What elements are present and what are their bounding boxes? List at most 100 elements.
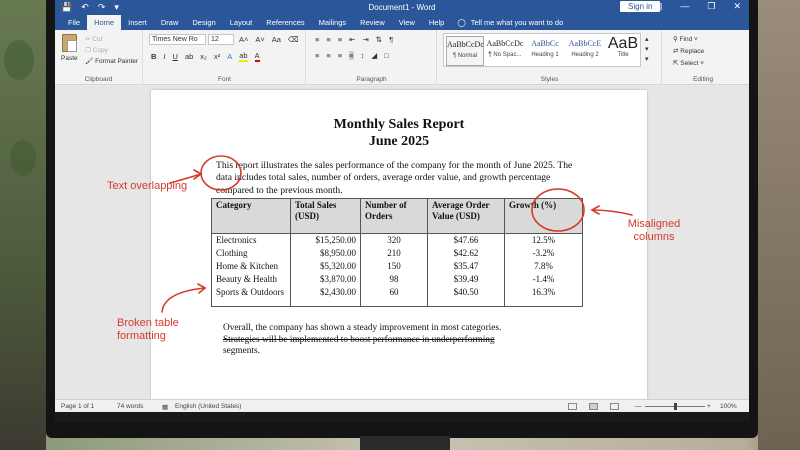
ribbon-display-icon[interactable]: ▣ (654, 1, 663, 12)
paste-button[interactable]: Paste (61, 55, 78, 62)
font-color-icon[interactable]: A (254, 51, 260, 62)
web-layout-icon[interactable] (610, 403, 619, 410)
document-subtitle: June 2025 (368, 134, 430, 149)
bold-icon[interactable]: B (151, 52, 156, 61)
tab-review[interactable]: Review (353, 15, 392, 30)
find-button[interactable]: ⚲ Find ˅ (673, 34, 704, 46)
increase-indent-icon[interactable]: ⇥ (362, 35, 368, 44)
style-heading-1[interactable]: AaBbCc Heading 1 (526, 36, 564, 58)
style-normal[interactable]: AaBbCcDc ¶ Normal (446, 36, 484, 66)
subscript-icon[interactable]: x₂ (200, 52, 207, 61)
annotation-broken-table: Broken table formatting (117, 317, 179, 342)
annotation-misaligned-columns: Misaligned columns (627, 218, 681, 243)
monitor-stand (360, 436, 450, 450)
format-painter-button[interactable]: 🖌 Format Painter (85, 56, 138, 67)
word-count[interactable]: 74 words (117, 403, 143, 410)
style-heading-2[interactable]: AaBbCcE Heading 2 (566, 36, 604, 58)
zoom-slider-thumb[interactable] (674, 403, 677, 410)
pilcrow-icon[interactable]: ¶ (389, 35, 393, 44)
styles-scroll-up-icon[interactable]: ▴ (645, 35, 649, 45)
paste-icon[interactable] (62, 34, 77, 52)
print-layout-icon[interactable] (589, 403, 598, 410)
table-cell: 320 (360, 233, 428, 247)
multilevel-icon[interactable]: ≡ (338, 35, 342, 44)
change-case-icon[interactable]: Aa (272, 35, 281, 44)
styles-more-icon[interactable]: ▾ (645, 55, 649, 65)
table-row: Beauty & Health $3,870.00 98 $39.49 -1.4… (211, 272, 583, 286)
line-spacing-icon[interactable]: ↕ (361, 51, 365, 60)
table-row: Electronics $15,250.00 320 $47.66 12.5% (211, 233, 583, 247)
bullets-icon[interactable]: ≡ (315, 35, 319, 44)
borders-icon[interactable]: □ (384, 51, 389, 60)
tab-draw[interactable]: Draw (154, 15, 186, 30)
screen-bezel (55, 412, 749, 422)
tell-me-box[interactable]: ◯ Tell me what you want to do (457, 18, 563, 27)
tab-file[interactable]: File (61, 15, 87, 30)
table-cell: Beauty & Health (211, 272, 291, 286)
table-row: Sports & Outdoors $2,430.00 60 $40.50 16… (211, 285, 583, 307)
background-right (758, 0, 800, 450)
font-size-box[interactable]: 12 (208, 34, 234, 45)
table-cell: Clothing (211, 246, 291, 260)
numbering-icon[interactable]: ≡ (326, 35, 330, 44)
text-effects-icon[interactable]: A (227, 52, 232, 61)
language-status[interactable]: English (United States) (175, 403, 241, 410)
editing-label: Editing (693, 76, 713, 83)
align-right-icon[interactable]: ≡ (338, 51, 342, 60)
table-cell: $3,870.00 (290, 272, 361, 286)
tab-help[interactable]: Help (422, 15, 451, 30)
tab-view[interactable]: View (392, 15, 422, 30)
copy-button[interactable]: ❐ Copy (85, 45, 138, 56)
read-mode-icon[interactable] (568, 403, 577, 410)
underline-icon[interactable]: U (173, 52, 178, 61)
table-cell: 16.3% (504, 285, 583, 307)
decrease-indent-icon[interactable]: ⇤ (349, 35, 355, 44)
align-left-icon[interactable]: ≡ (315, 51, 319, 60)
table-header: Category (211, 198, 291, 234)
zoom-in-icon[interactable]: + (707, 403, 711, 410)
tab-mailings[interactable]: Mailings (312, 15, 354, 30)
paragraph-label: Paragraph (356, 76, 387, 83)
tab-insert[interactable]: Insert (121, 15, 154, 30)
intro-paragraph: This report illustrates the sales perfor… (216, 160, 573, 196)
tell-me-label: Tell me what you want to do (470, 18, 564, 27)
grow-font-icon[interactable]: A˄ (239, 35, 248, 44)
italic-icon[interactable]: I (163, 52, 165, 61)
style-no-spacing[interactable]: AaBbCcDc ¶ No Spac... (486, 36, 524, 58)
justify-icon[interactable]: ≡ (349, 51, 354, 60)
background-plant (4, 40, 34, 80)
style-preview: AaBbCcDc (447, 40, 484, 49)
title-bar: 💾 ↶ ↷ ▾ Document1 - Word Sign in ▣ — ❐ ✕ (55, 0, 749, 15)
minimize-icon[interactable]: — (680, 1, 689, 12)
strikethrough-icon[interactable]: ab (185, 52, 193, 61)
page-count[interactable]: Page 1 of 1 (61, 403, 94, 410)
sales-table: Category Total Sales (USD) Number of Ord… (211, 198, 583, 307)
cut-button[interactable]: ✂ Cut (85, 34, 138, 45)
tab-design[interactable]: Design (185, 15, 222, 30)
tab-layout[interactable]: Layout (223, 15, 260, 30)
zoom-level[interactable]: 100% (720, 403, 737, 410)
tab-references[interactable]: References (259, 15, 311, 30)
restore-icon[interactable]: ❐ (707, 1, 715, 12)
font-label: Font (217, 76, 231, 83)
table-cell: $2,430.00 (290, 285, 361, 307)
shading-icon[interactable]: ◢ (371, 51, 377, 60)
table-header: Total Sales (USD) (290, 198, 361, 234)
table-cell: $42.62 (427, 246, 505, 260)
select-button[interactable]: ⇱ Select ˅ (673, 58, 704, 70)
highlight-icon[interactable]: ab (239, 51, 248, 62)
styles-scroll-down-icon[interactable]: ▾ (645, 45, 649, 55)
close-icon[interactable]: ✕ (733, 1, 741, 12)
zoom-out-icon[interactable]: — (635, 403, 642, 410)
style-title[interactable]: AaB Title (604, 36, 642, 59)
clear-format-icon[interactable]: ⌫ (288, 35, 299, 44)
font-name-box[interactable]: Times New Ro (149, 34, 206, 45)
document-page[interactable]: Monthly Sales Report June 2025 This repo… (151, 90, 647, 399)
replace-button[interactable]: ⇄ Replace (673, 46, 704, 58)
superscript-icon[interactable]: x² (214, 52, 220, 61)
tab-home[interactable]: Home (87, 15, 122, 30)
proofing-icon[interactable]: ▦ (162, 403, 168, 411)
shrink-font-icon[interactable]: A˅ (255, 35, 264, 44)
sort-icon[interactable]: ⇅ (376, 35, 382, 44)
align-center-icon[interactable]: ≡ (326, 51, 330, 60)
